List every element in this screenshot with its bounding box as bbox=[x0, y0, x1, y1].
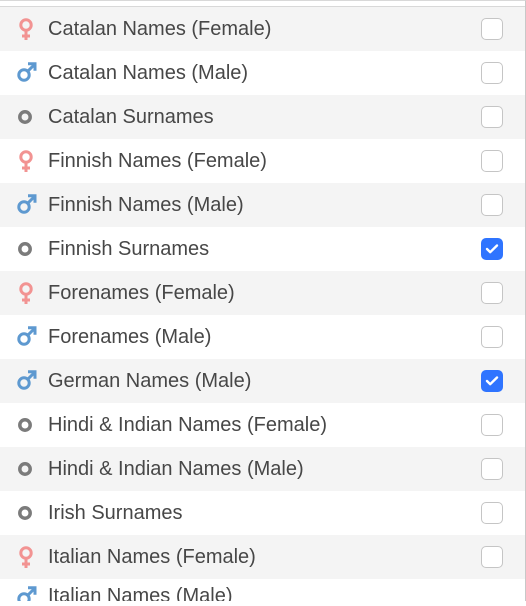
list-item[interactable]: Catalan Surnames bbox=[0, 95, 525, 139]
list-item[interactable]: Forenames (Female) bbox=[0, 271, 525, 315]
circle-icon bbox=[14, 237, 48, 261]
checkbox[interactable] bbox=[481, 62, 503, 84]
list-item-label: Catalan Surnames bbox=[48, 106, 481, 129]
male-icon bbox=[14, 585, 48, 601]
checkbox[interactable] bbox=[481, 370, 503, 392]
female-icon bbox=[14, 545, 48, 569]
checkbox[interactable] bbox=[481, 326, 503, 348]
checkbox[interactable] bbox=[481, 414, 503, 436]
list-item[interactable]: Finnish Surnames bbox=[0, 227, 525, 271]
male-icon bbox=[14, 325, 48, 349]
female-icon bbox=[14, 17, 48, 41]
checkbox[interactable] bbox=[481, 194, 503, 216]
list-item-label: Irish Surnames bbox=[48, 502, 481, 525]
list-item-label: Hindi & Indian Names (Female) bbox=[48, 414, 481, 437]
female-icon bbox=[14, 149, 48, 173]
checkbox[interactable] bbox=[481, 502, 503, 524]
circle-icon bbox=[14, 105, 48, 129]
list-item[interactable]: Catalan Names (Female) bbox=[0, 7, 525, 51]
list-item-label: Italian Names (Female) bbox=[48, 546, 481, 569]
checkbox[interactable] bbox=[481, 458, 503, 480]
circle-icon bbox=[14, 413, 48, 437]
list-item[interactable]: Finnish Names (Female) bbox=[0, 139, 525, 183]
list-item[interactable]: Forenames (Male) bbox=[0, 315, 525, 359]
checkbox[interactable] bbox=[481, 18, 503, 40]
list-item-label: Finnish Surnames bbox=[48, 238, 481, 261]
checkbox[interactable] bbox=[481, 546, 503, 568]
circle-icon bbox=[14, 457, 48, 481]
list-item[interactable]: Irish Surnames bbox=[0, 491, 525, 535]
list-item-label: Forenames (Male) bbox=[48, 326, 481, 349]
list-item[interactable]: Italian Names (Female) bbox=[0, 535, 525, 579]
list-item-label: Finnish Names (Female) bbox=[48, 150, 481, 173]
list-item[interactable]: Hindi & Indian Names (Male) bbox=[0, 447, 525, 491]
list-item-label: Catalan Names (Male) bbox=[48, 62, 481, 85]
list-item-label: Catalan Names (Female) bbox=[48, 18, 481, 41]
list-item-label: Finnish Names (Male) bbox=[48, 194, 481, 217]
list-item[interactable]: Catalan Names (Male) bbox=[0, 51, 525, 95]
checkbox[interactable] bbox=[481, 282, 503, 304]
list-item[interactable]: Finnish Names (Male) bbox=[0, 183, 525, 227]
checkbox[interactable] bbox=[481, 150, 503, 172]
checkbox[interactable] bbox=[481, 238, 503, 260]
checkbox[interactable] bbox=[481, 106, 503, 128]
list-item[interactable]: German Names (Male) bbox=[0, 359, 525, 403]
list-item[interactable]: Italian Names (Male) bbox=[0, 579, 525, 601]
male-icon bbox=[14, 369, 48, 393]
name-categories-list: Catalan Names (Female) Catalan Names (Ma… bbox=[0, 0, 526, 601]
male-icon bbox=[14, 193, 48, 217]
list-item-label: German Names (Male) bbox=[48, 370, 481, 393]
list-item[interactable]: Hindi & Indian Names (Female) bbox=[0, 403, 525, 447]
list-item-label: Hindi & Indian Names (Male) bbox=[48, 458, 481, 481]
circle-icon bbox=[14, 501, 48, 525]
list-item-label: Forenames (Female) bbox=[48, 282, 481, 305]
list-item-label: Italian Names (Male) bbox=[48, 585, 503, 601]
female-icon bbox=[14, 281, 48, 305]
male-icon bbox=[14, 61, 48, 85]
